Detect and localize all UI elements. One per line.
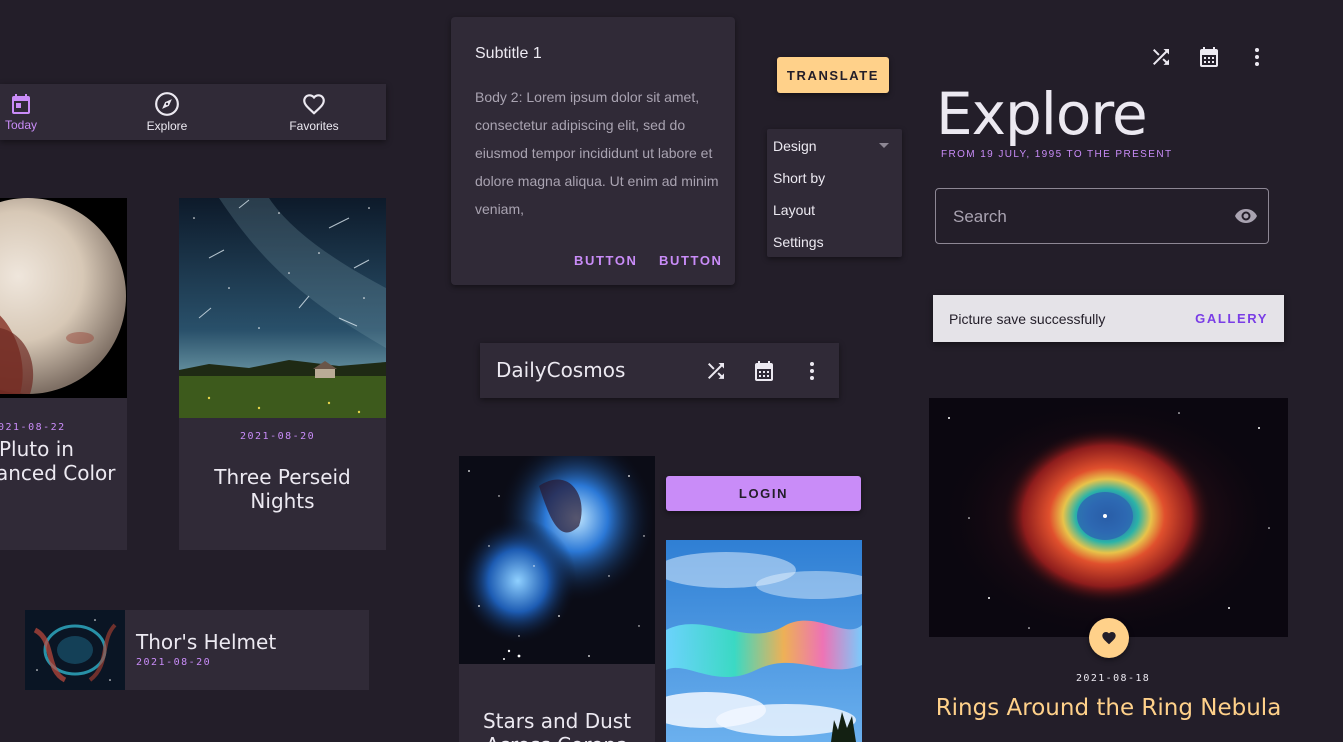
dialog-button-1[interactable]: BUTTON (574, 253, 638, 268)
menu-item-layout[interactable]: Layout (773, 202, 815, 218)
toolbar-title: DailyCosmos (496, 358, 626, 382)
perseid-image (179, 198, 386, 418)
nav-item-favorites[interactable]: Favorites (272, 84, 356, 140)
menu-selected-design[interactable]: Design (773, 138, 817, 154)
apod-card-perseid[interactable]: 2021-08-20 Three Perseid Nights (179, 198, 386, 550)
menu-item-short-by[interactable]: Short by (773, 170, 825, 186)
stars-and-dust-image (459, 456, 655, 664)
card-title-line2: anced Color (0, 461, 116, 485)
shuffle-icon[interactable] (704, 359, 728, 383)
more-vert-icon[interactable] (1245, 45, 1269, 69)
card-title-line1: Three Perseid (214, 465, 351, 489)
dialog-body: Body 2: Lorem ipsum dolor sit amet, cons… (475, 89, 719, 217)
menu-item-settings[interactable]: Settings (773, 234, 824, 250)
featured-date: 2021-08-18 (1076, 673, 1151, 684)
app-toolbar: DailyCosmos (480, 343, 839, 398)
dialog: Subtitle 1 Body 2: Lorem ipsum dolor sit… (451, 17, 735, 285)
search-field (935, 188, 1269, 245)
more-vert-icon[interactable] (800, 359, 824, 383)
card-date: 2021-08-20 (240, 431, 316, 442)
favorite-button[interactable] (1089, 618, 1129, 658)
featured-title: Rings Around the Ring Nebula (935, 695, 1282, 721)
page-title: Explore (936, 80, 1148, 148)
calendar-icon[interactable] (752, 359, 776, 383)
bottom-navigation: Today Explore Favorites (0, 84, 386, 140)
calendar-icon[interactable] (1197, 45, 1221, 69)
list-item-date: 2021-08-20 (136, 657, 212, 668)
nav-label: Explore (146, 119, 188, 133)
card-title-line1: Pluto in (0, 437, 74, 461)
page-subtitle: FROM 19 JULY, 1995 TO THE PRESENT (941, 149, 1173, 160)
iridescent-clouds-image[interactable] (666, 540, 862, 742)
dropdown-menu: Design Short by Layout Settings (767, 129, 902, 257)
search-input[interactable] (951, 189, 1225, 245)
apod-card-stars-and-dust[interactable]: Stars and Dust Across Corona (459, 456, 655, 742)
login-button[interactable]: LOGIN (666, 476, 861, 511)
nav-item-today[interactable]: Today (0, 84, 42, 140)
list-item-thors-helmet[interactable]: Thor's Helmet 2021-08-20 (25, 610, 369, 690)
shuffle-icon[interactable] (1149, 45, 1173, 69)
calendar-icon (9, 92, 33, 116)
translate-button[interactable]: TRANSLATE (777, 57, 889, 93)
nav-item-explore[interactable]: Explore (126, 84, 208, 140)
ring-nebula-image[interactable] (929, 398, 1288, 637)
snackbar-action-gallery[interactable]: GALLERY (1195, 311, 1268, 326)
list-item-title: Thor's Helmet (136, 630, 277, 654)
nav-label: Favorites (289, 119, 339, 133)
dialog-button-2[interactable]: BUTTON (659, 253, 723, 268)
pluto-image (0, 198, 127, 398)
dialog-subtitle: Subtitle 1 (475, 45, 542, 62)
apod-card-pluto[interactable]: 021-08-22 Pluto in anced Color (0, 198, 127, 550)
snackbar: Picture save successfully GALLERY (933, 295, 1284, 342)
heart-icon (301, 91, 327, 117)
thors-helmet-thumbnail (25, 610, 125, 690)
card-title-line2: Nights (250, 489, 315, 513)
card-title-line2: Across Corona (459, 733, 655, 742)
heart-icon (1101, 630, 1117, 646)
nav-label: Today (4, 118, 38, 132)
card-title-line1: Stars and Dust (482, 709, 632, 733)
card-date: 021-08-22 (0, 422, 66, 433)
snackbar-message: Picture save successfully (949, 311, 1106, 327)
compass-icon (154, 91, 180, 117)
dropdown-arrow-icon[interactable] (879, 143, 889, 149)
eye-icon[interactable] (1234, 204, 1258, 228)
